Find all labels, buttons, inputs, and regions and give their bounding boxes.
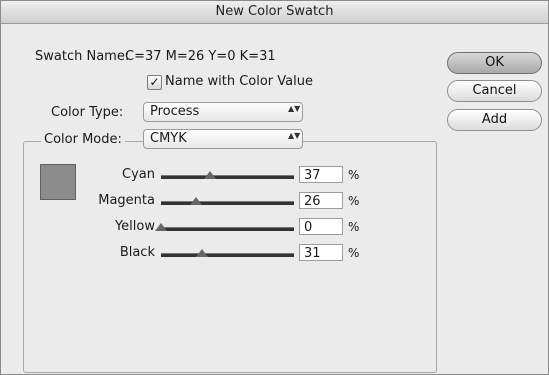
color-type-value: Process <box>150 104 200 119</box>
color-type-label: Color Type: <box>51 105 124 120</box>
cyan-slider-track[interactable] <box>161 175 294 179</box>
swatch-name-label: Swatch Name: <box>35 49 130 64</box>
yellow-label: Yellow <box>114 219 155 234</box>
magenta-slider-track[interactable] <box>161 201 294 205</box>
black-percent: % <box>348 246 360 260</box>
black-slider-track[interactable] <box>161 253 294 257</box>
name-with-color-value-checkbox[interactable]: ✓ <box>147 75 162 90</box>
cyan-percent: % <box>348 168 360 182</box>
color-mode-popup[interactable]: CMYK ▲▼ <box>143 129 303 149</box>
color-type-popup[interactable]: Process ▲▼ <box>143 102 303 122</box>
cancel-button[interactable]: Cancel <box>447 80 542 102</box>
checkmark-icon: ✓ <box>149 75 160 89</box>
dialog-title: New Color Swatch <box>1 1 548 24</box>
black-label: Black <box>119 245 155 260</box>
black-field[interactable]: 31 <box>299 244 343 261</box>
ok-button[interactable]: OK <box>447 52 542 74</box>
yellow-percent: % <box>348 220 360 234</box>
black-slider-thumb[interactable] <box>196 249 209 257</box>
popup-arrows-icon: ▲▼ <box>288 104 301 113</box>
yellow-field[interactable]: 0 <box>299 218 343 235</box>
color-preview-swatch <box>40 164 76 200</box>
yellow-slider-track[interactable] <box>161 227 294 231</box>
magenta-field[interactable]: 26 <box>299 192 343 209</box>
swatch-name-value: C=37 M=26 Y=0 K=31 <box>125 49 276 64</box>
new-color-swatch-dialog: New Color Swatch Swatch Name: C=37 M=26 … <box>0 0 549 375</box>
magenta-percent: % <box>348 194 360 208</box>
magenta-label: Magenta <box>98 193 155 208</box>
add-button[interactable]: Add <box>447 109 542 131</box>
name-with-color-value-label: Name with Color Value <box>165 74 313 89</box>
color-mode-value: CMYK <box>150 131 187 146</box>
popup-arrows-icon: ▲▼ <box>288 131 301 140</box>
color-mode-label: Color Mode: <box>41 132 125 147</box>
cyan-slider-thumb[interactable] <box>204 171 217 179</box>
cyan-field[interactable]: 37 <box>299 166 343 183</box>
cyan-label: Cyan <box>122 167 155 182</box>
magenta-slider-thumb[interactable] <box>189 197 202 205</box>
yellow-slider-thumb[interactable] <box>155 223 167 231</box>
